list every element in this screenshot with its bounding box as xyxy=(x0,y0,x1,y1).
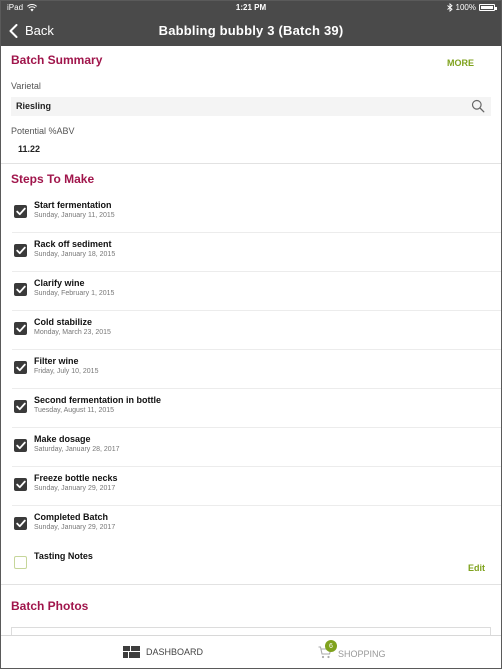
checkmark-icon xyxy=(15,519,26,528)
back-button[interactable]: Back xyxy=(9,15,54,46)
shopping-label: SHOPPING xyxy=(338,648,386,659)
step-row[interactable]: Freeze bottle necks Sunday, January 29, 2… xyxy=(12,467,501,506)
photo-area[interactable] xyxy=(11,627,491,635)
varietal-value: Riesling xyxy=(16,101,52,111)
varietal-label: Varietal xyxy=(11,81,41,91)
edit-button[interactable]: Edit xyxy=(468,563,485,573)
step-checkbox[interactable] xyxy=(14,478,27,491)
step-row[interactable]: Completed Batch Sunday, January 29, 2017 xyxy=(12,506,501,545)
page-title: Babbling bubbly 3 (Batch 39) xyxy=(158,23,344,38)
shopping-badge: 6 xyxy=(325,640,337,652)
step-row[interactable]: Second fermentation in bottle Tuesday, Au… xyxy=(12,389,501,428)
step-date: Sunday, January 11, 2015 xyxy=(34,212,115,219)
step-row[interactable]: Start fermentation Sunday, January 11, 20… xyxy=(12,194,501,233)
dashboard-label: DASHBOARD xyxy=(146,647,204,657)
batch-summary-section: Batch Summary MORE Varietal Riesling Pot… xyxy=(1,46,501,164)
tab-bar: DASHBOARD 6 SHOPPING xyxy=(1,635,501,668)
step-row[interactable]: Clarify wine Sunday, February 1, 2015 xyxy=(12,272,501,311)
step-name: Freeze bottle necks xyxy=(34,473,118,483)
step-date: Saturday, January 28, 2017 xyxy=(34,446,120,453)
checkmark-icon xyxy=(15,480,26,489)
back-label: Back xyxy=(25,23,54,38)
abv-label: Potential %ABV xyxy=(11,126,75,136)
checkmark-icon xyxy=(15,246,26,255)
step-row[interactable]: Cold stabilize Monday, March 23, 2015 xyxy=(12,311,501,350)
search-icon[interactable] xyxy=(471,99,485,113)
tasting-notes-label: Tasting Notes xyxy=(34,551,93,561)
step-row[interactable]: Rack off sediment Sunday, January 18, 201… xyxy=(12,233,501,272)
checkmark-icon xyxy=(15,285,26,294)
steps-section: Steps To Make Start fermentation Sunday, … xyxy=(1,164,501,584)
step-checkbox[interactable] xyxy=(14,205,27,218)
status-right: 100% xyxy=(446,3,497,12)
tab-shopping[interactable]: 6 SHOPPING xyxy=(318,640,386,661)
step-name: Filter wine xyxy=(34,356,79,366)
more-button[interactable]: MORE xyxy=(447,58,474,68)
checkmark-icon xyxy=(15,363,26,372)
step-name: Make dosage xyxy=(34,434,91,444)
checkmark-icon xyxy=(15,324,26,333)
step-row[interactable]: Make dosage Saturday, January 28, 2017 xyxy=(12,428,501,467)
batch-summary-title: Batch Summary xyxy=(11,53,103,67)
step-checkbox[interactable] xyxy=(14,322,27,335)
step-date: Monday, March 23, 2015 xyxy=(34,329,111,336)
step-date: Tuesday, August 11, 2015 xyxy=(34,407,115,414)
step-checkbox[interactable] xyxy=(14,400,27,413)
chevron-left-icon xyxy=(9,23,18,38)
step-date: Sunday, January 29, 2017 xyxy=(34,485,116,492)
nav-bar: Back Babbling bubbly 3 (Batch 39) xyxy=(1,15,501,46)
step-checkbox[interactable] xyxy=(14,361,27,374)
checkmark-icon xyxy=(15,402,26,411)
app-window: iPad 1:21 PM 100% Back Babbling bubbly 3… xyxy=(0,0,502,669)
battery-icon xyxy=(479,4,497,11)
checkmark-icon xyxy=(15,207,26,216)
step-checkbox[interactable] xyxy=(14,439,27,452)
cart-icon-wrap: 6 xyxy=(318,640,337,661)
step-name: Start fermentation xyxy=(34,200,112,210)
step-checkbox[interactable] xyxy=(14,517,27,530)
bluetooth-icon xyxy=(446,3,453,12)
main-content[interactable]: Batch Summary MORE Varietal Riesling Pot… xyxy=(1,46,501,635)
checkmark-icon xyxy=(15,441,26,450)
steps-title: Steps To Make xyxy=(11,172,95,186)
step-name: Completed Batch xyxy=(34,512,109,522)
step-name: Cold stabilize xyxy=(34,317,93,327)
status-bar: iPad 1:21 PM 100% xyxy=(1,1,501,15)
step-date: Friday, July 10, 2015 xyxy=(34,368,99,375)
abv-value: 11.22 xyxy=(18,144,41,154)
step-name: Second fermentation in bottle xyxy=(34,395,162,405)
dashboard-icon xyxy=(123,646,140,658)
battery-percent: 100% xyxy=(455,3,476,12)
step-name: Clarify wine xyxy=(34,278,85,288)
tab-dashboard[interactable]: DASHBOARD xyxy=(123,646,203,658)
batch-photos-section: Batch Photos xyxy=(1,584,501,635)
status-time: 1:21 PM xyxy=(235,3,267,12)
batch-photos-title: Batch Photos xyxy=(11,599,89,613)
step-checkbox[interactable] xyxy=(14,283,27,296)
step-row[interactable]: Filter wine Friday, July 10, 2015 xyxy=(12,350,501,389)
step-date: Sunday, January 29, 2017 xyxy=(34,524,116,531)
tasting-notes-row[interactable]: Tasting Notes Edit xyxy=(12,545,501,584)
step-checkbox[interactable] xyxy=(14,244,27,257)
tasting-notes-checkbox[interactable] xyxy=(14,556,27,569)
steps-list: Start fermentation Sunday, January 11, 20… xyxy=(1,194,501,545)
step-date: Sunday, February 1, 2015 xyxy=(34,290,115,297)
step-date: Sunday, January 18, 2015 xyxy=(34,251,116,258)
varietal-field[interactable]: Riesling xyxy=(11,97,491,116)
step-name: Rack off sediment xyxy=(34,239,112,249)
